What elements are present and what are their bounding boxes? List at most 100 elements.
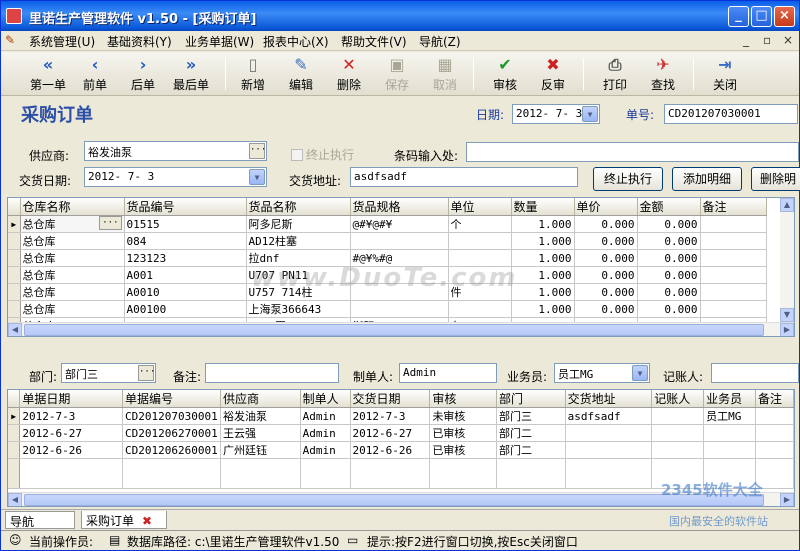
table-cell[interactable]: A001: [124, 266, 247, 284]
accountant-field[interactable]: [711, 363, 799, 383]
table-cell[interactable]: CD201206260001: [122, 441, 221, 459]
menu-navigation[interactable]: 导航(Z): [419, 33, 461, 50]
table-cell[interactable]: [651, 407, 705, 425]
delivery-date-picker[interactable]: 2012- 7- 3 ▼: [84, 167, 267, 187]
table-cell[interactable]: 0.000: [574, 232, 638, 250]
table-cell[interactable]: 总仓库: [20, 249, 125, 267]
table-row[interactable]: ▶ 2012-7-3 CD201207030001 裕发油泵 Admin 2012-7-3…: [8, 407, 794, 425]
mdi-restore-icon[interactable]: ▫: [763, 33, 771, 47]
barcode-input[interactable]: [466, 142, 799, 162]
clerk-select[interactable]: 员工MG ▼: [554, 363, 650, 383]
table-cell[interactable]: 总仓库: [20, 232, 125, 250]
table-row[interactable]: ▶ 总仓库 ··· 01515 阿多尼斯 @#¥@#¥ 个 1.000 0.000 0.000: [8, 215, 767, 233]
row-indicator[interactable]: [8, 283, 21, 301]
title-bar[interactable]: 里诺生产管理软件 v1.50 - [采购订单] _ □ ×: [1, 1, 799, 31]
minimize-button[interactable]: _: [728, 6, 749, 27]
table-cell[interactable]: Admin: [300, 407, 351, 425]
table-cell[interactable]: 裕发油泵: [220, 407, 301, 425]
column-header[interactable]: 记账人: [651, 390, 705, 408]
table-cell[interactable]: [700, 232, 767, 250]
first-button[interactable]: «第一单: [27, 54, 69, 94]
date-picker[interactable]: 2012- 7- 3 ▼: [512, 104, 600, 124]
table-cell[interactable]: 0.000: [574, 300, 638, 318]
table-row[interactable]: 2012-6-27 CD201206270001 王云强 Admin 2012-6-27…: [8, 424, 794, 442]
table-cell[interactable]: [755, 407, 794, 425]
column-header[interactable]: 交货日期: [350, 390, 431, 408]
table-cell[interactable]: [565, 441, 653, 459]
maximize-button[interactable]: □: [751, 6, 772, 27]
table-cell[interactable]: 已审核: [429, 424, 497, 442]
approve-button[interactable]: ✔ 审核: [489, 54, 521, 94]
column-header[interactable]: 货品名称: [246, 198, 351, 216]
new-button[interactable]: ▯ 新增: [237, 54, 269, 94]
table-cell[interactable]: 2012-7-3: [350, 407, 431, 425]
detail-vertical-scrollbar[interactable]: ▲ ▼: [780, 198, 794, 322]
table-row[interactable]: 总仓库 A00100 上海泵366643 1.000 0.000 0.000: [8, 300, 767, 318]
row-indicator[interactable]: [8, 441, 21, 459]
column-header[interactable]: 审核: [429, 390, 497, 408]
ellipsis-icon[interactable]: ···: [99, 216, 122, 230]
column-header[interactable]: 交货地址: [565, 390, 653, 408]
table-cell[interactable]: CD201207030001: [122, 407, 221, 425]
column-header[interactable]: 部门: [496, 390, 566, 408]
table-cell[interactable]: 0.000: [574, 283, 638, 301]
menu-system[interactable]: 系统管理(U): [29, 33, 95, 50]
table-cell[interactable]: 1.000: [511, 249, 575, 267]
menu-basic-data[interactable]: 基础资料(Y): [107, 33, 172, 50]
row-indicator[interactable]: [8, 300, 21, 318]
save-button[interactable]: ▣ 保存: [381, 54, 413, 94]
table-cell[interactable]: 已审核: [429, 441, 497, 459]
table-cell[interactable]: [350, 300, 449, 318]
table-cell[interactable]: 1.000: [511, 215, 575, 233]
table-cell[interactable]: [755, 441, 794, 459]
table-cell[interactable]: 总仓库: [20, 266, 125, 284]
tab-navigation[interactable]: 导航: [5, 511, 75, 529]
table-cell[interactable]: [700, 249, 767, 267]
next-button[interactable]: › 后单: [125, 54, 161, 94]
column-header[interactable]: 制单人: [300, 390, 351, 408]
table-cell[interactable]: 0.000: [637, 249, 701, 267]
table-cell[interactable]: asdfsadf: [565, 407, 653, 425]
current-row-indicator-icon[interactable]: ▶: [8, 407, 21, 425]
table-cell[interactable]: 部门二: [496, 424, 566, 442]
row-indicator[interactable]: [8, 424, 21, 442]
close-tab-icon[interactable]: ✖: [142, 514, 152, 528]
department-field[interactable]: 部门三 ···: [61, 363, 156, 383]
menu-business-docs[interactable]: 业务单据(W): [185, 33, 254, 50]
order-number-field[interactable]: CD201207030001: [664, 104, 798, 124]
column-header[interactable]: 货品规格: [350, 198, 449, 216]
menu-report-center[interactable]: 报表中心(X): [263, 33, 329, 50]
maker-field[interactable]: Admin: [399, 363, 497, 383]
table-cell[interactable]: 上海泵366643: [246, 300, 351, 318]
table-cell[interactable]: 2012-6-27: [19, 424, 123, 442]
table-cell[interactable]: [651, 441, 705, 459]
table-cell[interactable]: 1.000: [511, 232, 575, 250]
column-header[interactable]: 单位: [448, 198, 512, 216]
column-header[interactable]: 业务员: [703, 390, 757, 408]
column-header[interactable]: 供应商: [220, 390, 301, 408]
supplier-field[interactable]: 裕发油泵 ···: [84, 141, 267, 161]
menu-help[interactable]: 帮助文件(V): [341, 33, 407, 50]
column-header[interactable]: 数量: [511, 198, 575, 216]
table-row[interactable]: 2012-6-26 CD201206260001 广州廷钰 Admin 2012-6-2…: [8, 441, 794, 459]
table-cell[interactable]: [350, 232, 449, 250]
mdi-close-icon[interactable]: ×: [783, 33, 793, 47]
delete-button[interactable]: ✕ 删除: [333, 54, 365, 94]
table-cell[interactable]: 2012-6-27: [350, 424, 431, 442]
find-button[interactable]: ✈ 查找: [647, 54, 679, 94]
table-cell[interactable]: CD201206270001: [122, 424, 221, 442]
table-cell[interactable]: 123123: [124, 249, 247, 267]
mdi-minimize-icon[interactable]: _: [743, 33, 749, 47]
table-row[interactable]: 总仓库 084 AD12柱塞 1.000 0.000 0.000: [8, 232, 767, 250]
table-cell[interactable]: Admin: [300, 441, 351, 459]
table-cell[interactable]: 未审核: [429, 407, 497, 425]
row-indicator[interactable]: [8, 266, 21, 284]
table-cell[interactable]: 0.000: [637, 266, 701, 284]
table-cell[interactable]: [448, 232, 512, 250]
table-cell[interactable]: [651, 424, 705, 442]
table-cell[interactable]: 阿多尼斯: [246, 215, 351, 233]
close-window-button[interactable]: ×: [774, 6, 795, 27]
table-cell[interactable]: 个: [448, 215, 512, 233]
column-header[interactable]: 单据日期: [19, 390, 123, 408]
add-detail-button[interactable]: 添加明细: [672, 167, 742, 191]
